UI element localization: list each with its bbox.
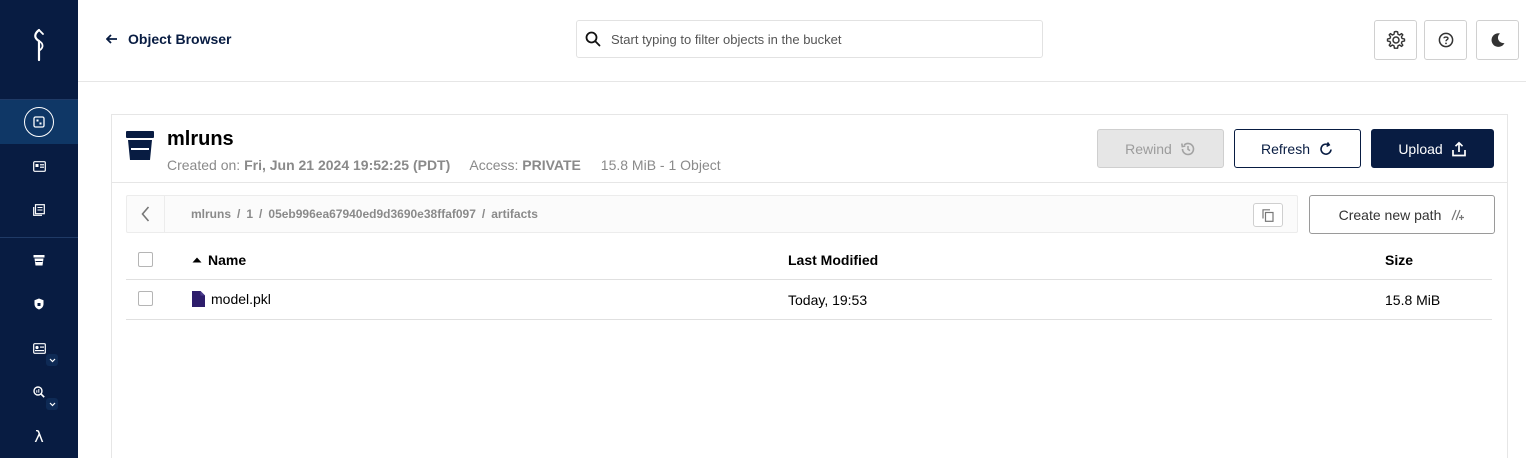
breadcrumb-back-button[interactable] xyxy=(127,196,165,232)
select-all-checkbox[interactable] xyxy=(138,252,153,267)
refresh-button[interactable]: Refresh xyxy=(1234,129,1361,168)
monitoring-icon xyxy=(33,386,45,398)
upload-label: Upload xyxy=(1398,140,1443,157)
breadcrumb: mlruns / 1 / 05eb996ea67940ed9d3690e38ffaf09… xyxy=(126,195,1298,233)
row-checkbox[interactable] xyxy=(138,291,153,306)
rewind-button[interactable]: Rewind xyxy=(1097,129,1224,168)
column-name-label: Name xyxy=(208,252,247,268)
copy-path-button[interactable] xyxy=(1253,203,1283,227)
documentation-icon xyxy=(33,204,45,216)
breadcrumb-separator: / xyxy=(481,207,486,221)
column-header-size[interactable]: Size xyxy=(1385,252,1413,268)
sort-ascending-icon xyxy=(192,257,202,263)
back-link-label: Object Browser xyxy=(128,31,232,47)
sidebar: λ xyxy=(0,0,78,458)
breadcrumb-segment[interactable]: artifacts xyxy=(491,207,538,221)
chevron-down-icon[interactable] xyxy=(46,398,58,410)
column-header-name[interactable]: Name xyxy=(192,252,246,268)
new-path-icon xyxy=(1451,209,1465,220)
copy-icon xyxy=(1262,208,1274,222)
file-size: 15.8 MiB xyxy=(1385,292,1441,308)
object-browser-back-link[interactable]: Object Browser xyxy=(106,31,231,47)
file-name: model.pkl xyxy=(211,291,271,307)
sidebar-item-policies[interactable] xyxy=(0,282,78,326)
bucket-header: mlruns Created on: Fri, Jun 21 2024 19:5… xyxy=(112,115,1507,183)
breadcrumb-segment[interactable]: 1 xyxy=(246,207,253,221)
dark-mode-button[interactable] xyxy=(1476,20,1519,60)
table-header: Name Last Modified Size xyxy=(126,241,1492,280)
policies-icon xyxy=(34,298,44,310)
chevron-down-icon[interactable] xyxy=(46,354,58,366)
object-browser-icon xyxy=(24,107,54,137)
arrow-left-icon xyxy=(106,34,117,44)
upload-button[interactable]: Upload xyxy=(1371,129,1494,168)
bucket-panel: mlruns Created on: Fri, Jun 21 2024 19:5… xyxy=(111,114,1508,458)
access-value: PRIVATE xyxy=(522,157,581,173)
buckets-icon xyxy=(33,255,45,266)
access-label: Access: xyxy=(469,157,519,173)
sidebar-item-identity[interactable] xyxy=(0,326,78,370)
help-icon xyxy=(1438,32,1453,48)
breadcrumb-segment[interactable]: 05eb996ea67940ed9d3690e38ffaf097 xyxy=(268,207,476,221)
breadcrumb-path: mlruns / 1 / 05eb996ea67940ed9d3690e38ffaf09… xyxy=(191,207,538,221)
file-last-modified: Today, 19:53 xyxy=(788,292,868,308)
search-input[interactable] xyxy=(611,31,1011,47)
history-icon xyxy=(1180,142,1195,155)
chevron-left-icon xyxy=(141,206,150,222)
breadcrumb-segment[interactable]: mlruns xyxy=(191,207,231,221)
sidebar-item-events[interactable]: λ xyxy=(0,414,78,458)
bucket-name: mlruns xyxy=(167,128,234,150)
settings-button[interactable] xyxy=(1374,20,1417,60)
bucket-summary: 15.8 MiB - 1 Object xyxy=(600,157,721,173)
search-icon xyxy=(585,31,601,47)
refresh-label: Refresh xyxy=(1260,140,1311,157)
file-name-cell[interactable]: model.pkl xyxy=(192,291,271,307)
minio-logo[interactable] xyxy=(0,0,78,90)
help-button[interactable] xyxy=(1424,20,1467,60)
sidebar-item-access-keys[interactable] xyxy=(0,144,78,188)
breadcrumb-separator: / xyxy=(237,207,241,221)
access-keys-icon xyxy=(32,160,46,172)
created-label: Created on: xyxy=(167,157,241,173)
created-value: Fri, Jun 21 2024 19:52:25 (PDT) xyxy=(244,157,451,173)
file-icon xyxy=(192,291,205,307)
sidebar-item-monitoring[interactable] xyxy=(0,370,78,414)
table-row[interactable]: model.pkl Today, 19:53 15.8 MiB xyxy=(126,280,1492,320)
upload-icon xyxy=(1451,141,1466,156)
moon-icon xyxy=(1491,33,1504,47)
create-new-path-label: Create new path xyxy=(1338,206,1442,223)
refresh-icon xyxy=(1320,141,1332,155)
column-header-last-modified[interactable]: Last Modified xyxy=(788,252,878,268)
sidebar-item-documentation[interactable] xyxy=(0,188,78,232)
app-root: λ Object Browser Start typing to filter … xyxy=(0,0,1526,458)
gear-icon xyxy=(1386,30,1405,49)
create-new-path-button[interactable]: Create new path xyxy=(1309,195,1495,234)
events-lambda-icon: λ xyxy=(34,426,44,446)
breadcrumb-separator: / xyxy=(259,207,263,221)
bucket-icon xyxy=(126,131,154,160)
rewind-label: Rewind xyxy=(1125,140,1172,157)
sidebar-item-buckets[interactable] xyxy=(0,238,78,282)
top-header: Object Browser xyxy=(78,0,1526,82)
sidebar-item-object-browser[interactable] xyxy=(0,100,78,144)
search-box[interactable] xyxy=(576,20,1043,58)
bucket-meta: Created on: Fri, Jun 21 2024 19:52:25 (P… xyxy=(167,157,721,173)
identity-icon xyxy=(32,342,46,354)
